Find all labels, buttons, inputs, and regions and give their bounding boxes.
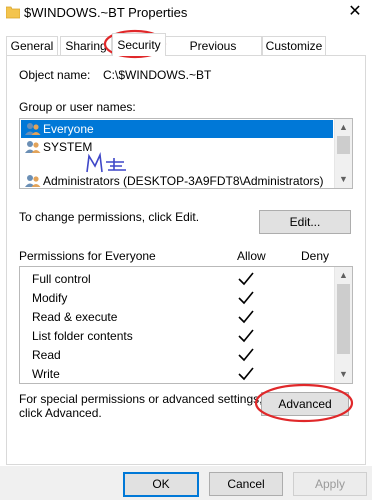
permission-row: List folder contents	[20, 327, 334, 346]
permission-name: Read & execute	[32, 310, 118, 324]
tab-security[interactable]: Security	[112, 33, 166, 56]
handwritten-scribble	[86, 152, 126, 173]
scroll-down-icon[interactable]: ▼	[335, 171, 352, 188]
tab-strip: General Sharing Security Previous Versio…	[4, 33, 368, 71]
permission-row: Read	[20, 346, 334, 365]
scroll-thumb[interactable]	[337, 136, 350, 154]
title-bar: $WINDOWS.~BT Properties ✕	[0, 0, 372, 28]
check-icon	[238, 310, 254, 324]
advanced-button[interactable]: Advanced	[261, 392, 349, 416]
permission-name: Modify	[32, 291, 68, 305]
folder-icon	[6, 6, 20, 19]
object-name-value: C:\$WINDOWS.~BT	[103, 68, 212, 82]
ok-button[interactable]: OK	[123, 472, 199, 497]
allow-header: Allow	[237, 249, 266, 263]
permission-name: Read	[32, 348, 61, 362]
check-icon	[238, 367, 254, 381]
advanced-text-line2: click Advanced.	[19, 406, 102, 420]
permission-row: Write	[20, 365, 334, 383]
tab-sharing[interactable]: Sharing	[60, 36, 112, 55]
deny-header: Deny	[301, 249, 330, 263]
cancel-button[interactable]: Cancel	[209, 472, 283, 496]
close-button[interactable]: ✕	[338, 0, 372, 26]
users-icon	[25, 175, 41, 187]
permissions-scrollbar[interactable]: ▲ ▼	[334, 267, 352, 383]
users-icon	[25, 141, 41, 153]
check-icon	[238, 348, 254, 362]
group-user-list[interactable]: Everyone SYSTEM Administrators (DESKTOP-…	[19, 118, 353, 189]
tab-previous-versions[interactable]: Previous Versions	[164, 36, 262, 71]
object-name-label: Object name:	[19, 68, 91, 82]
permission-name: List folder contents	[32, 329, 133, 343]
permission-row: Modify	[20, 289, 334, 308]
list-item-label: Everyone	[43, 122, 94, 136]
advanced-text-line1: For special permissions or advanced sett…	[19, 392, 263, 406]
change-permissions-text: To change permissions, click Edit.	[19, 210, 200, 224]
permissions-list: Full control Modify Read & execute List …	[19, 266, 353, 384]
permissions-label: Permissions for Everyone	[19, 249, 156, 263]
edit-button[interactable]: Edit...	[259, 210, 351, 234]
group-list-scrollbar[interactable]: ▲ ▼	[334, 119, 352, 188]
permission-row: Read & execute	[20, 308, 334, 327]
scroll-up-icon[interactable]: ▲	[335, 119, 352, 136]
scroll-down-icon[interactable]: ▼	[335, 366, 352, 383]
check-icon	[238, 272, 254, 286]
permission-row: Full control	[20, 270, 334, 289]
scroll-thumb[interactable]	[337, 284, 350, 354]
apply-button[interactable]: Apply	[293, 472, 367, 496]
permission-name: Full control	[32, 272, 91, 286]
check-icon	[238, 291, 254, 305]
groups-label: Group or user names:	[19, 100, 136, 114]
list-item-everyone[interactable]: Everyone	[21, 120, 333, 138]
scroll-up-icon[interactable]: ▲	[335, 267, 352, 284]
users-icon	[25, 123, 41, 135]
check-icon	[238, 329, 254, 343]
window-title: $WINDOWS.~BT Properties	[24, 5, 188, 20]
tab-general[interactable]: General	[6, 36, 58, 55]
tab-customize[interactable]: Customize	[262, 36, 326, 55]
permission-name: Write	[32, 367, 60, 381]
